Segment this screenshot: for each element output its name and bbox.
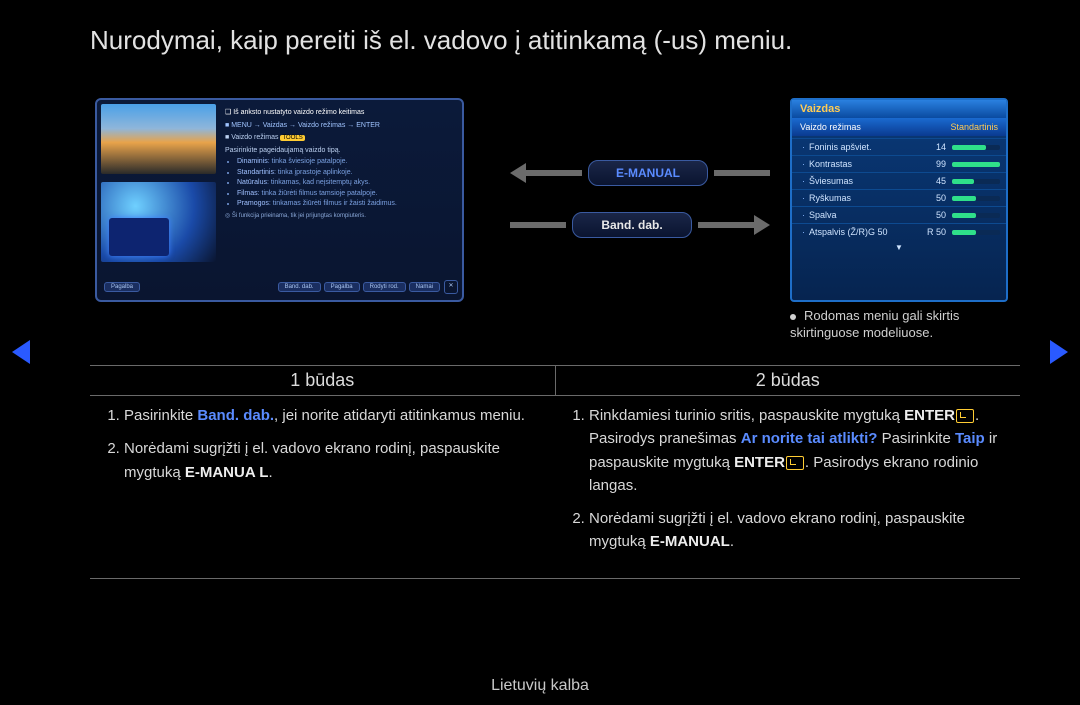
osd-row[interactable]: ·Spalva50: [792, 206, 1006, 223]
emanual-mode-row: ■ Vaizdo režimas TOOLS: [225, 133, 455, 144]
foot-close-button[interactable]: ✕: [444, 280, 458, 294]
page-title: Nurodymai, kaip pereiti iš el. vadovo į …: [90, 25, 792, 56]
osd-selected-value: Standartinis: [950, 122, 998, 132]
method1-step2: Norėdami sugrįžti į el. vadovo ekrano ro…: [124, 437, 543, 484]
table-body: Pasirinkite Band. dab., jei norite atida…: [90, 396, 1020, 579]
osd-selected-label: Vaizdo režimas: [800, 122, 861, 132]
osd-row[interactable]: ·Atspalvis (Ž/R)G 50R 50: [792, 223, 1006, 240]
table-header: 1 būdas 2 būdas: [90, 366, 1020, 396]
language-footer: Lietuvių kalba: [0, 677, 1080, 695]
emanual-screenshot: ❑ Iš anksto nustatyto vaizdo režimo keit…: [95, 98, 464, 302]
bullet-icon: [790, 314, 796, 320]
emanual-path: ■ MENU → Vaizdas → Vaizdo režimas → ENTE…: [225, 121, 455, 132]
thumbnail-smarthub: [101, 182, 216, 262]
enter-icon: [786, 456, 804, 470]
foot-help2-button[interactable]: Pagalba: [324, 282, 360, 292]
foot-help-button[interactable]: Pagalba: [104, 282, 140, 292]
method2-step1: Rinkdamiesi turinio sritis, paspauskite …: [589, 404, 1008, 497]
arrow-left-icon: [510, 163, 526, 183]
list-item: Pramogos: tinkamas žiūrėti filmus ir žai…: [237, 199, 455, 210]
page-next-arrow[interactable]: [1050, 340, 1068, 364]
osd-row[interactable]: ·Kontrastas99: [792, 155, 1006, 172]
list-item: Standartinis: tinka įprastoje aplinkoje.: [237, 168, 455, 179]
osd-scroll-down-icon[interactable]: ▼: [792, 242, 1006, 253]
method-2-col: Rinkdamiesi turinio sritis, paspauskite …: [555, 396, 1020, 578]
osd-selected-row[interactable]: Vaizdo režimas Standartinis: [792, 118, 1006, 136]
page-prev-arrow[interactable]: [12, 340, 30, 364]
foot-show-button[interactable]: Rodyti rod.: [363, 282, 406, 292]
tv-icon: [109, 218, 169, 256]
osd-footnote: Rodomas meniu gali skirtis skirtinguose …: [790, 308, 1020, 342]
emanual-note: ◎ Ši funkcija prieinama, tik jei prijung…: [225, 212, 455, 221]
trynow-button[interactable]: Band. dab.: [572, 212, 692, 238]
enter-icon: [956, 409, 974, 423]
osd-row[interactable]: ·Šviesumas45: [792, 172, 1006, 189]
method2-step2: Norėdami sugrįžti į el. vadovo ekrano ro…: [589, 507, 1008, 554]
foot-home-button[interactable]: Namai: [409, 282, 440, 292]
list-item: Natūralus: tinkamas, kad neįsitemptų aky…: [237, 178, 455, 189]
methods-table: 1 būdas 2 būdas Pasirinkite Band. dab., …: [90, 365, 1020, 579]
osd-picture-menu: Vaizdas Vaizdo režimas Standartinis ·Fon…: [790, 98, 1008, 302]
emanual-header: ❑ Iš anksto nustatyto vaizdo režimo keit…: [225, 108, 455, 119]
method1-step1: Pasirinkite Band. dab., jei norite atida…: [124, 404, 543, 427]
list-item: Dinaminis: tinka šviesioje patalpoje.: [237, 157, 455, 168]
emanual-text: ❑ Iš anksto nustatyto vaizdo režimo keit…: [225, 108, 455, 221]
osd-title: Vaizdas: [792, 100, 1006, 118]
emanual-mode-desc: Pasirinkite pageidaujamą vaizdo tipą.: [225, 146, 455, 157]
arrow-to-menu: Band. dab.: [510, 212, 745, 238]
foot-trynow-button[interactable]: Band. dab.: [278, 282, 321, 292]
col-header-2: 2 būdas: [556, 366, 1021, 395]
osd-row[interactable]: ·Ryškumas50: [792, 189, 1006, 206]
arrow-right-icon: [754, 215, 770, 235]
emanual-thumbnails: [101, 104, 216, 264]
osd-list: ·Foninis apšviet.14 ·Kontrastas99 ·Švies…: [792, 136, 1006, 242]
osd-row[interactable]: ·Foninis apšviet.14: [792, 138, 1006, 155]
list-item: Filmas: tinka žiūrėti filmus tamsioje pa…: [237, 189, 455, 200]
emanual-footer: Pagalba Band. dab. Pagalba Rodyti rod. N…: [101, 278, 458, 296]
method-1-col: Pasirinkite Band. dab., jei norite atida…: [90, 396, 555, 578]
arrow-to-emanual: E-MANUAL: [510, 160, 745, 186]
thumbnail-landscape: [101, 104, 216, 174]
emanual-button[interactable]: E-MANUAL: [588, 160, 708, 186]
transition-arrows: E-MANUAL Band. dab.: [510, 160, 745, 264]
emanual-mode-list: Dinaminis: tinka šviesioje patalpoje. St…: [237, 157, 455, 210]
col-header-1: 1 būdas: [90, 366, 556, 395]
